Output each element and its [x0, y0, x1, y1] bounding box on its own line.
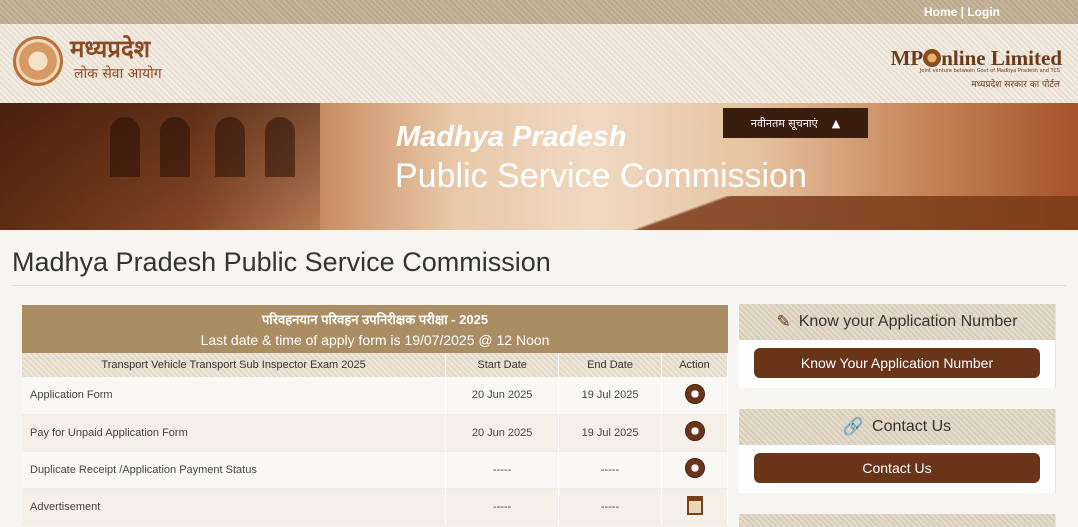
know-application-title: Know your Application Number [798, 313, 1018, 330]
row-start-date: ----- [445, 488, 560, 526]
site-header: Home | Login मध्यप्रदेश लोक सेवा आयोग MP… [0, 0, 1078, 103]
banner-subtitle: Public Service Commission [395, 157, 807, 195]
exam-title-hindi: परिवहनयान परिवहन उपनिरीक्षक परीक्षा - 20… [261, 312, 489, 327]
important-links-heading [739, 514, 1055, 527]
mponline-hindi: मध्यप्रदेश सरकार का पोर्टल [971, 80, 1060, 90]
exam-table: Transport Vehicle Transport Sub Inspecto… [22, 353, 728, 526]
edit-icon: ✎ [776, 312, 791, 331]
table-row: Duplicate Receipt /Application Payment S… [22, 451, 728, 489]
mppsc-emblem-icon[interactable] [13, 36, 63, 86]
main-content: Madhya Pradesh Public Service Commission… [0, 230, 1078, 527]
arch-shape [160, 117, 190, 177]
hand-pointer-icon[interactable] [684, 421, 705, 441]
row-name: Pay for Unpaid Application Form [22, 414, 447, 452]
triangle-up-icon: ▲ [831, 116, 841, 130]
contact-box: 🔗 Contact Us Contact Us [739, 409, 1056, 493]
table-header-row: Transport Vehicle Transport Sub Inspecto… [22, 353, 728, 377]
hand-pointer-icon[interactable] [684, 458, 705, 478]
row-action [661, 451, 728, 489]
top-links: Home | Login [923, 5, 1000, 19]
contact-heading: 🔗 Contact Us [739, 409, 1055, 445]
contact-button[interactable]: Contact Us [754, 453, 1040, 483]
know-application-button[interactable]: Know Your Application Number [754, 348, 1040, 378]
col-header-start: Start Date [445, 353, 560, 377]
row-name: Advertisement [22, 488, 447, 526]
table-row: Advertisement ----- ----- [22, 488, 728, 526]
exam-heading: परिवहनयान परिवहन उपनिरीक्षक परीक्षा - 20… [22, 305, 728, 353]
globe-icon [923, 49, 942, 67]
row-end-date: 19 Jul 2025 [558, 414, 662, 452]
col-header-end: End Date [558, 353, 662, 377]
hero-banner: Madhya Pradesh Public Service Commission… [0, 103, 1078, 230]
row-end-date: ----- [558, 488, 662, 526]
logo-subtitle: लोक सेवा आयोग [74, 66, 162, 82]
home-link[interactable]: Home [924, 5, 957, 19]
know-application-heading: ✎ Know your Application Number [739, 304, 1055, 340]
row-action [661, 414, 728, 452]
login-link[interactable]: Login [967, 5, 1000, 19]
mponline-prefix: MP [890, 46, 924, 70]
mponline-tagline: Joint venture between Govt of Madhya Pra… [919, 68, 1060, 74]
hand-pointer-icon[interactable] [684, 383, 705, 404]
top-link-strip [0, 0, 1078, 24]
row-start-date: 20 Jun 2025 [445, 377, 560, 415]
banner-wedge [358, 196, 1078, 230]
building-image [0, 103, 320, 230]
arch-shape [265, 117, 295, 177]
latest-notices-button[interactable]: नवीनतम सूचनाएं ▲ [723, 108, 868, 138]
row-end-date: 19 Jul 2025 [558, 377, 662, 415]
mponline-suffix: nline Limited [941, 46, 1062, 70]
row-action [661, 488, 728, 526]
row-name: Application Form [22, 377, 447, 415]
banner-title: Madhya Pradesh [396, 121, 627, 153]
table-row: Pay for Unpaid Application Form 20 Jun 2… [22, 414, 728, 452]
table-row: Application Form 20 Jun 2025 19 Jul 2025 [22, 377, 728, 415]
arch-shape [110, 117, 140, 177]
row-start-date: ----- [445, 451, 560, 489]
contact-title: Contact Us [872, 418, 952, 435]
divider [12, 285, 1066, 286]
row-name: Duplicate Receipt /Application Payment S… [22, 451, 447, 489]
row-start-date: 20 Jun 2025 [445, 414, 560, 452]
col-header-exam: Transport Vehicle Transport Sub Inspecto… [22, 353, 447, 377]
col-header-action: Action [661, 353, 728, 377]
know-application-box: ✎ Know your Application Number Know Your… [739, 304, 1056, 388]
document-icon[interactable] [686, 495, 703, 515]
exam-deadline: Last date & time of apply form is 19/07/… [200, 332, 550, 348]
arch-shape [215, 117, 245, 177]
logo-title: मध्यप्रदेश [70, 34, 151, 63]
latest-notices-label: नवीनतम सूचनाएं [750, 116, 818, 130]
row-action [661, 377, 728, 415]
link-icon: 🔗 [842, 417, 865, 436]
page-title: Madhya Pradesh Public Service Commission [12, 247, 551, 277]
important-links-box [739, 514, 1056, 527]
row-end-date: ----- [558, 451, 662, 489]
